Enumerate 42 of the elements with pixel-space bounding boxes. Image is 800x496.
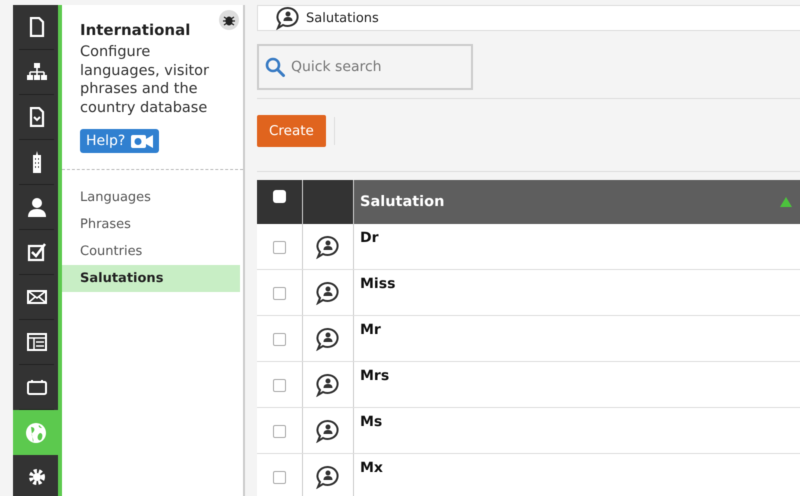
search-field[interactable]: Quick search xyxy=(257,44,473,90)
menu-item[interactable]: Countries xyxy=(62,238,240,265)
row-checkbox[interactable] xyxy=(273,379,286,392)
envelope-icon xyxy=(26,290,46,304)
table-cell: Mx xyxy=(354,454,800,496)
panel-title: International xyxy=(80,21,192,39)
select-all-checkbox[interactable] xyxy=(273,190,286,202)
speech-bubble-person-icon xyxy=(316,418,340,442)
sort-ascending-icon xyxy=(780,197,792,207)
page-icon xyxy=(28,17,44,37)
table-cell: Mr xyxy=(354,316,800,362)
briefcase-icon xyxy=(26,379,46,395)
menu-item[interactable]: Phrases xyxy=(62,211,240,238)
menu-item[interactable]: Languages xyxy=(62,184,240,211)
speech-bubble-person-icon xyxy=(316,464,340,488)
row-checkbox[interactable] xyxy=(273,287,286,300)
row-checkbox[interactable] xyxy=(273,425,286,438)
speech-bubble-person-icon xyxy=(316,280,340,304)
sitemap-icon xyxy=(26,63,46,81)
table-cell: Miss xyxy=(354,270,800,316)
help-button[interactable]: Help? xyxy=(80,129,160,153)
table-cell: Mrs xyxy=(354,362,800,408)
row-checkbox[interactable] xyxy=(273,241,286,254)
menu-item[interactable]: Salutations xyxy=(62,265,240,292)
document-icon xyxy=(28,107,44,127)
panel-description: Configure languages, visitor phrases and the country database xyxy=(80,43,210,117)
globe-icon xyxy=(24,422,46,444)
row-checkbox[interactable] xyxy=(273,471,286,484)
table-cell: Ms xyxy=(354,408,800,454)
layout-icon xyxy=(26,333,46,351)
row-checkbox[interactable] xyxy=(273,333,286,346)
speech-bubble-person-icon xyxy=(316,372,340,396)
page-title: Salutations xyxy=(306,10,379,26)
gear-icon xyxy=(28,468,46,486)
table-cell: Dr xyxy=(354,224,800,270)
bug-icon[interactable] xyxy=(219,10,239,30)
speech-bubble-person-icon xyxy=(316,234,340,258)
person-icon xyxy=(26,197,46,217)
column-header[interactable]: Salutation xyxy=(354,180,800,224)
speech-bubble-person-icon xyxy=(316,326,340,350)
checkbox-icon xyxy=(26,242,46,262)
video-camera-icon xyxy=(131,134,154,148)
